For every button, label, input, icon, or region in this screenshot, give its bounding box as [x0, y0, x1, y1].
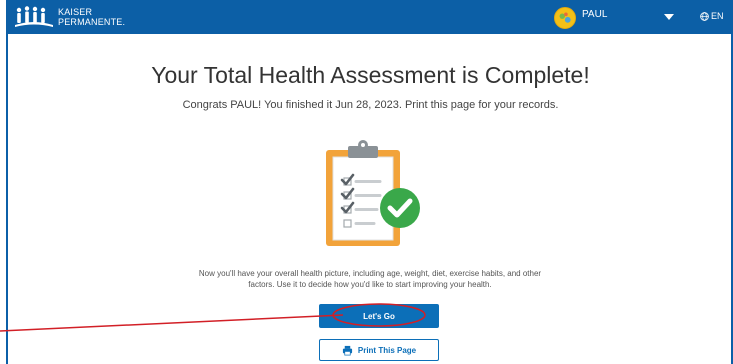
kaiser-logo-icon [15, 6, 53, 27]
logo-line-1: KAISER [58, 7, 93, 17]
user-name[interactable]: PAUL [582, 9, 607, 20]
chevron-down-icon[interactable] [664, 14, 674, 20]
clipboard-checklist-icon [326, 140, 420, 246]
avatar[interactable] [554, 7, 576, 29]
lets-go-button[interactable]: Let's Go [319, 304, 439, 328]
globe-icon [700, 11, 709, 21]
assessment-description: Now you'll have your overall health pict… [198, 269, 542, 289]
completion-message: Congrats PAUL! You finished it Jun 28, 2… [182, 99, 559, 111]
language-selector[interactable]: EN [700, 11, 724, 21]
printer-icon [342, 345, 352, 355]
page-title: Your Total Health Assessment is Complete… [151, 62, 590, 88]
language-label: EN [711, 11, 724, 21]
print-page-button[interactable]: Print This Page [319, 339, 439, 361]
top-nav-bar: KAISER PERMANENTE. PAUL EN [6, 0, 733, 34]
kaiser-logo[interactable]: KAISER PERMANENTE. [14, 5, 125, 29]
print-button-label: Print This Page [357, 345, 417, 355]
logo-text: KAISER PERMANENTE. [58, 7, 125, 27]
logo-line-2: PERMANENTE. [58, 17, 126, 27]
